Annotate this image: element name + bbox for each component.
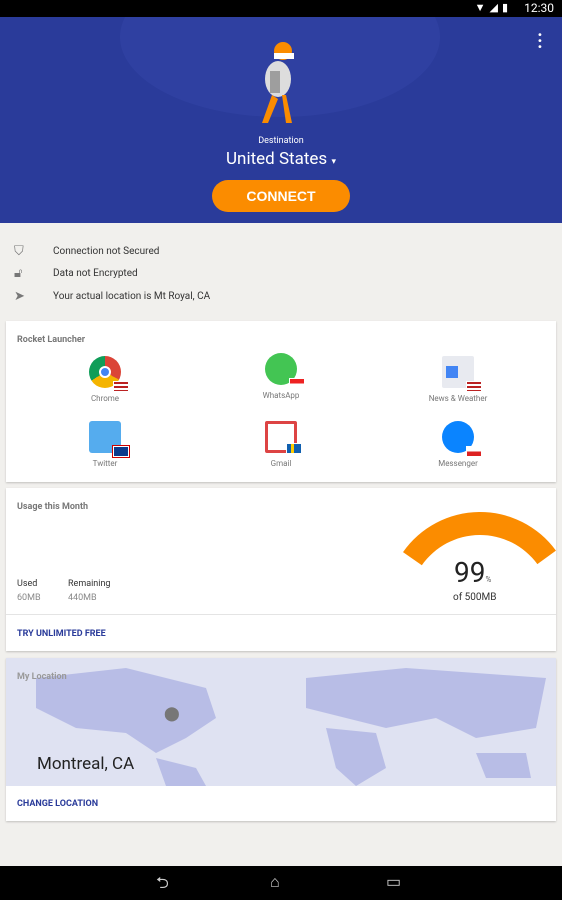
messenger-icon [442, 421, 482, 457]
status-row: 🔓︎ Data not Encrypted [14, 263, 210, 286]
destination-selector[interactable]: United States ▾ [0, 149, 562, 169]
usage-card: Usage this Month Used 60MB Remaining 440… [6, 488, 556, 651]
flag-us-icon [466, 381, 482, 392]
app-whatsapp[interactable]: WhatsApp [211, 353, 351, 400]
status-row: ⛉ Connection not Secured [14, 240, 210, 263]
card-title: Usage this Month [17, 502, 89, 512]
app-label: Twitter [92, 459, 118, 468]
recents-icon[interactable]: ▭ [386, 872, 401, 891]
rocket-mascot [262, 42, 294, 123]
card-title: My Location [17, 672, 67, 682]
divider [6, 614, 556, 615]
location-card: ⬤ My Location Montreal, CA CHANGE LOCATI… [6, 658, 556, 821]
destination-label: Destination [258, 136, 304, 146]
connection-status-list: ⛉ Connection not Secured 🔓︎ Data not Encry… [14, 240, 210, 308]
app-label: News & Weather [428, 394, 488, 403]
chrome-icon [89, 356, 129, 392]
gmail-icon [265, 421, 302, 454]
lock-off-icon: 🔓︎ [14, 266, 23, 282]
status-text: Your actual location is Mt Royal, CA [53, 290, 211, 302]
remaining-label: Remaining [68, 579, 111, 589]
clock: 12:30 [524, 1, 554, 15]
map-pin-icon: ⬤ [164, 706, 180, 722]
flag-se-icon [286, 443, 302, 454]
percent-sign: % [485, 575, 492, 584]
connect-button[interactable]: CONNECT [212, 180, 350, 212]
change-location-button[interactable]: CHANGE LOCATION [17, 799, 98, 809]
status-text: Data not Encrypted [53, 268, 138, 280]
flag-uk-icon [112, 445, 130, 458]
used-label: Used [17, 579, 38, 589]
try-unlimited-button[interactable]: TRY UNLIMITED FREE [17, 629, 106, 639]
dropdown-arrow-icon: ▾ [331, 157, 336, 167]
wifi-battery-icons: ▼◢▮ [474, 1, 512, 14]
status-bar: ▼◢▮ 12:30 [0, 0, 562, 17]
header: · · · Destination United States ▾ CONNECT [0, 17, 562, 223]
overflow-menu-icon[interactable]: · · · [536, 27, 544, 57]
location-city: Montreal, CA [37, 754, 135, 774]
navigation-bar: ⮌ ⌂ ▭ [0, 866, 562, 900]
news-icon [442, 356, 482, 392]
shield-off-icon: ⛉ [14, 243, 24, 259]
flag-cz-icon [466, 446, 482, 457]
whatsapp-icon [265, 353, 305, 389]
flag-sg-icon [289, 378, 305, 389]
app-gmail[interactable]: Gmail [211, 421, 351, 468]
flag-us-icon [113, 381, 129, 392]
app-twitter[interactable]: Twitter [35, 421, 175, 468]
card-title: Rocket Launcher [17, 335, 86, 345]
used-value: 60MB [17, 593, 41, 603]
app-news-weather[interactable]: News & Weather [388, 356, 528, 403]
app-chrome[interactable]: Chrome [35, 356, 175, 403]
destination-value: United States [226, 149, 328, 169]
app-label: WhatsApp [262, 391, 300, 400]
app-messenger[interactable]: Messenger [388, 421, 528, 468]
app-label: Chrome [90, 394, 120, 403]
location-arrow-icon: ➤ [14, 288, 25, 304]
twitter-icon [89, 421, 130, 458]
back-icon[interactable]: ⮌ [156, 872, 169, 899]
rocket-launcher-card: Rocket Launcher Chrome WhatsApp News & W… [6, 321, 556, 482]
home-icon[interactable]: ⌂ [270, 872, 280, 892]
app-label: Gmail [270, 459, 292, 468]
percent-value: 99 [454, 556, 486, 589]
status-text: Connection not Secured [53, 245, 160, 257]
usage-total: of 500MB [453, 592, 497, 603]
app-label: Messenger [438, 459, 478, 468]
usage-percent: 99% [454, 556, 491, 589]
status-row: ➤ Your actual location is Mt Royal, CA [14, 285, 210, 308]
remaining-value: 440MB [68, 593, 97, 603]
